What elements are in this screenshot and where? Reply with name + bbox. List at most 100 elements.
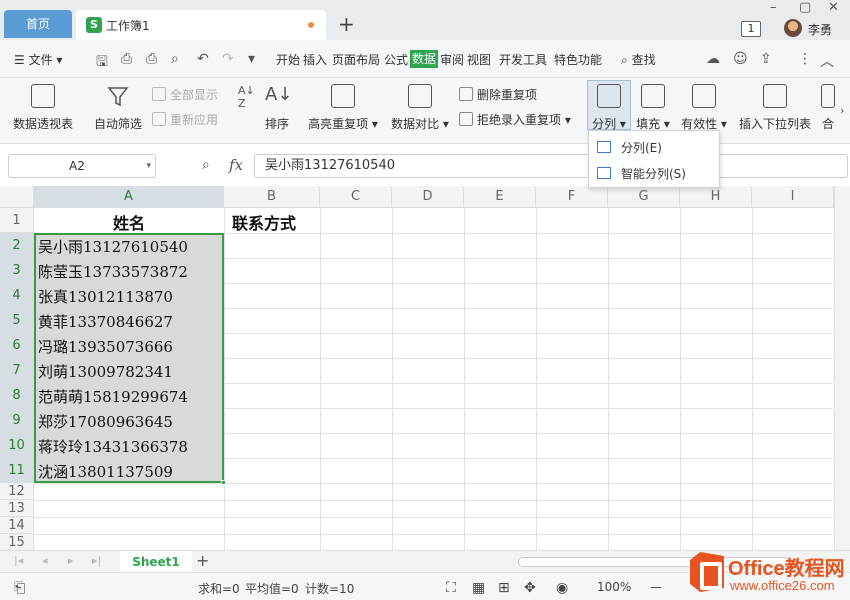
tab-insert[interactable]: 插入 xyxy=(303,51,327,68)
next-sheet-icon[interactable]: ▸ xyxy=(68,554,74,567)
sort-asc-icon[interactable]: A↓ Z xyxy=(238,84,255,110)
tab-data[interactable]: 数据 xyxy=(410,50,439,68)
spreadsheet-grid[interactable]: A B C D E F G H I 1 2 3 4 5 6 7 8 9 10 1… xyxy=(0,186,850,550)
print-preview-icon[interactable]: ⌕ xyxy=(171,51,179,67)
cell-a11[interactable]: 沈涵13801137509 xyxy=(38,461,173,482)
prev-sheet-icon[interactable]: ◂ xyxy=(42,554,48,567)
cloud-icon[interactable]: ☁ xyxy=(706,51,720,67)
column-header-f[interactable]: F xyxy=(536,186,608,208)
select-all-corner[interactable] xyxy=(0,186,34,208)
highlight-duplicates-button[interactable]: 高亮重复项 ▾ xyxy=(308,84,378,132)
row-header-4[interactable]: 4 xyxy=(0,283,34,308)
row-header-15[interactable]: 15 xyxy=(0,534,34,550)
row-header-8[interactable]: 8 xyxy=(0,383,34,408)
column-header-h[interactable]: H xyxy=(680,186,752,208)
reject-duplicates-button[interactable]: 拒绝录入重复项 ▾ xyxy=(459,111,571,128)
tab-view[interactable]: 视图 xyxy=(467,51,491,68)
cell-b1[interactable]: 联系方式 xyxy=(232,210,296,234)
cell-a6[interactable]: 冯璐13935073666 xyxy=(38,336,173,357)
save-icon[interactable]: 🖫 xyxy=(96,51,108,75)
zoom-level[interactable]: 100% xyxy=(597,580,631,594)
collaborate-icon[interactable]: ☺ xyxy=(733,51,748,67)
insert-dropdown-list-button[interactable]: 插入下拉列表 xyxy=(737,84,813,132)
share-icon[interactable]: ⇪ xyxy=(760,51,772,67)
row-header-7[interactable]: 7 xyxy=(0,358,34,383)
fx-icon[interactable]: fx xyxy=(229,156,243,174)
data-compare-button[interactable]: 数据对比 ▾ xyxy=(390,84,450,132)
cell-a4[interactable]: 张真13012113870 xyxy=(38,286,173,307)
zoom-search-icon[interactable]: ⌕ xyxy=(202,157,210,173)
minimize-button[interactable]: – xyxy=(770,0,777,15)
row-header-11[interactable]: 11 xyxy=(0,458,34,483)
validity-button[interactable]: 有效性 ▾ xyxy=(681,84,727,132)
column-header-i[interactable]: I xyxy=(752,186,834,208)
row-header-13[interactable]: 13 xyxy=(0,500,34,517)
vertical-scrollbar[interactable] xyxy=(834,186,850,550)
cell-a3[interactable]: 陈莹玉13733573872 xyxy=(38,261,188,282)
cell-a1[interactable]: 姓名 xyxy=(34,210,224,234)
macro-icon[interactable]: ⎗ xyxy=(14,580,25,596)
delete-duplicates-button[interactable]: 删除重复项 xyxy=(459,86,537,103)
more-icon[interactable]: ⋮ xyxy=(798,51,812,67)
zoom-out-button[interactable]: — xyxy=(650,580,662,594)
restore-button[interactable]: ▢ xyxy=(799,0,811,15)
fill-handle[interactable] xyxy=(221,480,226,485)
export-pdf-icon[interactable]: ⎙ xyxy=(121,51,132,67)
row-header-2[interactable]: 2 xyxy=(0,233,34,258)
row-header-1[interactable]: 1 xyxy=(0,208,34,233)
tab-formula[interactable]: 公式 xyxy=(384,51,408,68)
column-header-a[interactable]: A xyxy=(34,186,224,208)
undo-icon[interactable]: ↶ xyxy=(197,51,209,67)
reading-mode-icon[interactable]: ✥ xyxy=(524,580,536,596)
sort-button[interactable]: A↓ 排序 xyxy=(262,84,292,132)
row-header-12[interactable]: 12 xyxy=(0,483,34,500)
row-header-6[interactable]: 6 xyxy=(0,333,34,358)
cell-a7[interactable]: 刘萌13009782341 xyxy=(38,361,173,382)
name-box-dropdown-icon[interactable]: ▾ xyxy=(146,155,151,177)
normal-view-icon[interactable]: ▦ xyxy=(472,580,485,596)
row-header-9[interactable]: 9 xyxy=(0,408,34,433)
collapse-ribbon-icon[interactable]: ︿ xyxy=(820,51,834,71)
cell-a10[interactable]: 蒋玲玲13431366378 xyxy=(38,436,188,457)
ribbon-scroll-right-icon[interactable]: › xyxy=(840,104,844,117)
print-icon[interactable]: ⎙ xyxy=(146,51,157,67)
last-sheet-icon[interactable]: ▸| xyxy=(92,554,101,567)
show-all-button[interactable]: 全部显示 xyxy=(152,86,218,103)
fullscreen-icon[interactable]: ⛶ xyxy=(446,580,456,596)
formula-input[interactable]: 吴小雨13127610540 xyxy=(254,154,848,178)
user-name[interactable]: 李勇 xyxy=(808,21,832,38)
reapply-button[interactable]: 重新应用 xyxy=(152,111,218,128)
column-header-d[interactable]: D xyxy=(392,186,464,208)
file-menu[interactable]: ☰ 文件 ▾ xyxy=(14,51,62,68)
window-count-badge[interactable]: 1 xyxy=(741,21,761,37)
cell-a8[interactable]: 范萌萌15819299674 xyxy=(38,386,188,407)
search-button[interactable]: ⌕ 查找 xyxy=(621,51,656,68)
first-sheet-icon[interactable]: |◂ xyxy=(14,554,23,567)
cell-a5[interactable]: 黄菲13370846627 xyxy=(38,311,173,332)
menu-item-smart-split[interactable]: 智能分列(S) xyxy=(597,165,686,182)
row-header-5[interactable]: 5 xyxy=(0,308,34,333)
avatar[interactable] xyxy=(784,19,802,37)
name-box[interactable]: A2 ▾ xyxy=(8,154,156,178)
pivot-table-button[interactable]: 数据透视表 xyxy=(12,84,74,132)
autofilter-button[interactable]: 自动筛选 xyxy=(92,84,144,132)
cell-a9[interactable]: 郑莎17080963645 xyxy=(38,411,173,432)
eye-protection-icon[interactable]: ◉ xyxy=(556,580,568,596)
quick-access-dropdown-icon[interactable]: ▾ xyxy=(248,51,255,67)
tab-developer[interactable]: 开发工具 xyxy=(499,51,547,68)
sheet-tab-sheet1[interactable]: Sheet1 xyxy=(120,551,192,573)
row-header-14[interactable]: 14 xyxy=(0,517,34,534)
column-header-g[interactable]: G xyxy=(608,186,680,208)
merge-button[interactable]: 合 xyxy=(820,84,836,132)
column-header-e[interactable]: E xyxy=(464,186,536,208)
split-column-button[interactable]: 分列 ▾ xyxy=(589,84,629,132)
cell-a2[interactable]: 吴小雨13127610540 xyxy=(38,236,188,257)
tab-workbook[interactable]: S 工作簿1 xyxy=(76,10,326,40)
fill-button[interactable]: 填充 ▾ xyxy=(636,84,670,132)
close-button[interactable]: ✕ xyxy=(828,0,839,15)
tab-home[interactable]: 首页 xyxy=(4,10,72,38)
menu-item-split-column[interactable]: 分列(E) xyxy=(597,139,662,156)
add-sheet-button[interactable]: + xyxy=(196,551,209,570)
tab-page-layout[interactable]: 页面布局 xyxy=(332,51,380,68)
redo-icon[interactable]: ↷ xyxy=(222,51,234,67)
